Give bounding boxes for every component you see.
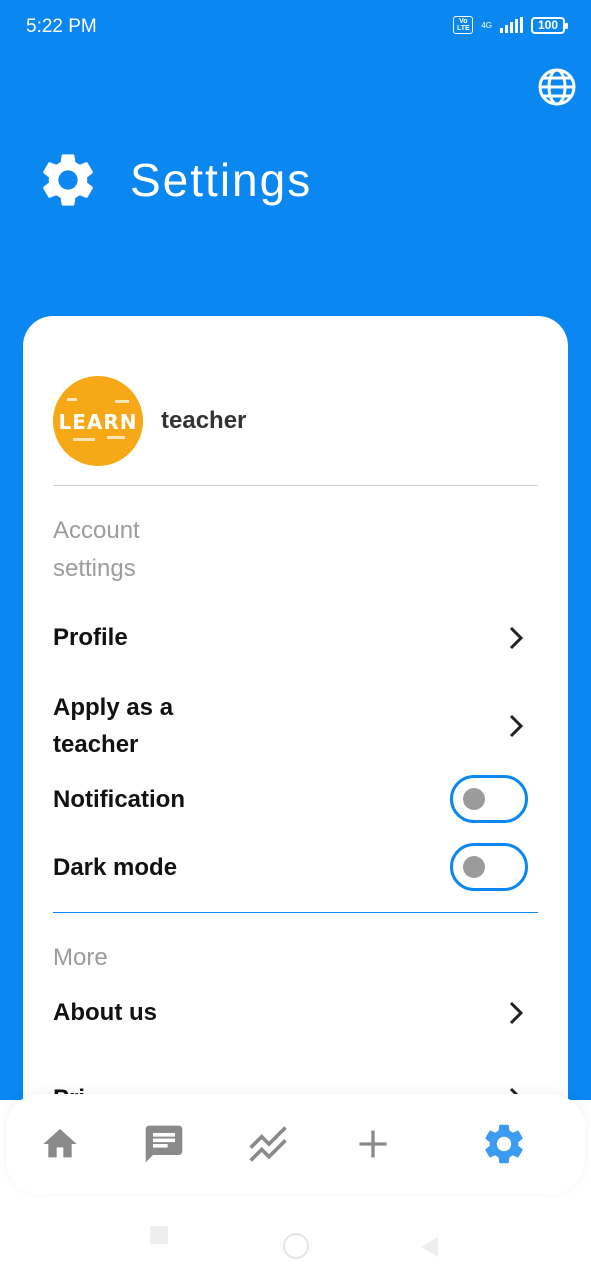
status-bar: 5:22 PM Vo LTE 4G 100 bbox=[0, 0, 591, 56]
settings-icon bbox=[485, 1124, 523, 1164]
recents-system-button[interactable] bbox=[150, 1226, 168, 1244]
chevron-right-icon bbox=[509, 626, 524, 649]
toggle-knob bbox=[463, 788, 485, 810]
avatar-logo-text: LEARN bbox=[58, 410, 138, 434]
chat-icon bbox=[145, 1125, 183, 1163]
nav-chat-button[interactable] bbox=[140, 1120, 188, 1168]
nav-home-button[interactable] bbox=[36, 1120, 84, 1168]
notification-toggle[interactable] bbox=[450, 775, 528, 823]
apply-teacher-label: Apply as a teacher bbox=[53, 694, 174, 758]
settings-card: LEARN teacher Account settings Profile A… bbox=[23, 316, 568, 1176]
bottom-navigation bbox=[6, 1094, 585, 1194]
trending-icon bbox=[249, 1126, 287, 1162]
dark-mode-label: Dark mode bbox=[53, 853, 178, 881]
status-time: 5:22 PM bbox=[26, 16, 97, 37]
profile-label: Profile bbox=[53, 624, 128, 651]
add-icon bbox=[359, 1130, 387, 1158]
username: teacher bbox=[161, 407, 247, 434]
dark-mode-item: Dark mode bbox=[53, 843, 528, 891]
globe-icon bbox=[538, 68, 576, 106]
divider bbox=[53, 485, 538, 486]
dark-mode-toggle[interactable] bbox=[450, 843, 528, 891]
status-icons: Vo LTE 4G 100 bbox=[453, 16, 568, 34]
network-label: 4G bbox=[481, 20, 492, 30]
divider bbox=[53, 912, 538, 913]
about-us-label: About us bbox=[53, 999, 157, 1026]
nav-add-button[interactable] bbox=[349, 1120, 397, 1168]
signal-icon bbox=[500, 17, 523, 33]
chevron-right-icon bbox=[509, 1001, 524, 1024]
notification-item: Notification bbox=[53, 775, 528, 823]
notification-label: Notification bbox=[53, 785, 185, 813]
page-header: Settings bbox=[36, 148, 312, 212]
profile-item[interactable]: Profile bbox=[53, 619, 528, 656]
apply-teacher-item[interactable]: Apply as a teacher bbox=[53, 689, 528, 763]
home-system-button[interactable] bbox=[283, 1233, 309, 1259]
gear-icon bbox=[43, 154, 93, 206]
battery-icon: 100 bbox=[531, 16, 568, 34]
avatar: LEARN bbox=[53, 376, 143, 466]
volte-icon: Vo LTE bbox=[453, 16, 474, 34]
home-icon bbox=[43, 1129, 77, 1158]
back-system-button[interactable] bbox=[418, 1235, 440, 1259]
page-title: Settings bbox=[130, 154, 313, 206]
user-profile-row[interactable]: LEARN teacher bbox=[53, 376, 246, 466]
chevron-right-icon bbox=[509, 714, 524, 738]
nav-settings-button[interactable] bbox=[480, 1120, 528, 1168]
more-heading: More bbox=[53, 944, 108, 971]
about-us-item[interactable]: About us bbox=[53, 994, 528, 1031]
language-button[interactable] bbox=[537, 67, 577, 107]
nav-trending-button[interactable] bbox=[245, 1120, 293, 1168]
toggle-knob bbox=[463, 856, 485, 878]
account-settings-heading: Account settings bbox=[53, 517, 140, 582]
